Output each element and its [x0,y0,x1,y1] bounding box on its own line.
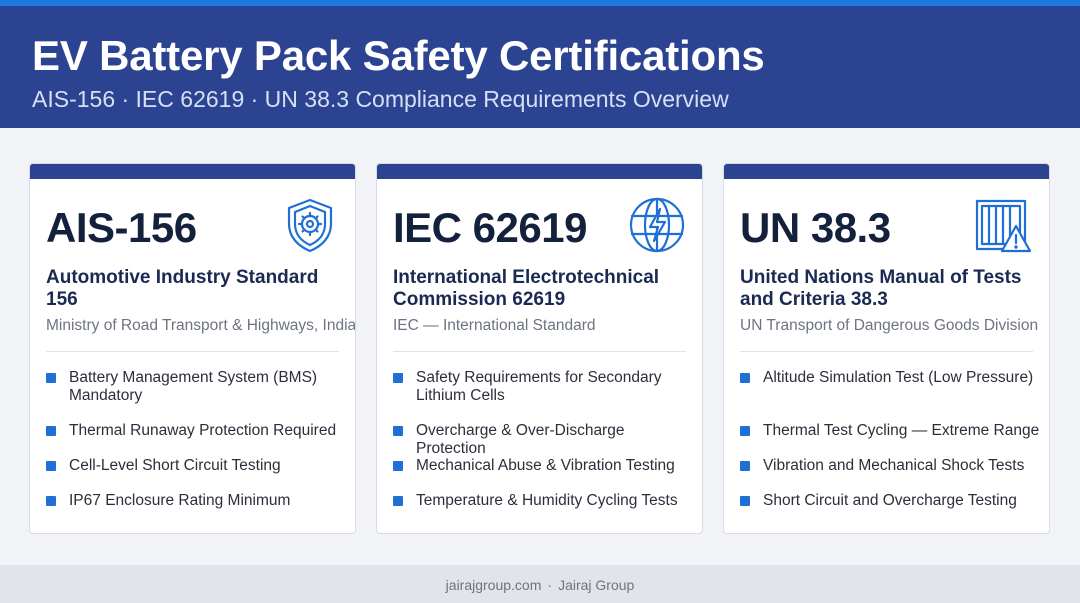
bullet-square-icon [393,461,403,471]
page-title: EV Battery Pack Safety Certifications [32,32,765,79]
footer-site-link[interactable]: jairajgroup.com [446,577,542,593]
card-divider [740,351,1033,352]
certification-card-iec62619: IEC 62619 International Electrotechnical… [376,163,703,534]
bullet-square-icon [740,426,750,436]
footer-brand: Jairaj Group [558,577,635,593]
card-standard-name: Automotive Industry Standard 156 [46,267,319,310]
shield-gear-icon [281,196,339,254]
card-issuing-body: Ministry of Road Transport & Highways, I… [46,317,356,334]
card-issuing-body: UN Transport of Dangerous Goods Division [740,317,1039,334]
list-item: Overcharge & Over-Discharge Protection [393,422,693,458]
card-code: IEC 62619 [393,204,587,251]
bullet-square-icon [46,461,56,471]
list-item: Short Circuit and Overcharge Testing [740,492,1040,510]
list-item: Temperature & Humidity Cycling Tests [393,492,693,510]
page-subtitle: AIS-156 · IEC 62619 · UN 38.3 Compliance… [32,86,729,112]
footer: jairajgroup.com · Jairaj Group [0,565,1080,603]
card-accent-bar [724,164,1049,179]
card-standard-name: United Nations Manual of Tests and Crite… [740,267,1022,310]
card-issuing-body: IEC — International Standard [393,317,596,334]
bullet-square-icon [393,426,403,436]
bullet-square-icon [46,373,56,383]
bullet-square-icon [740,461,750,471]
crate-warning-icon [975,196,1033,254]
bullet-square-icon [46,496,56,506]
list-item: Vibration and Mechanical Shock Tests [740,457,1040,475]
bullet-square-icon [393,373,403,383]
certification-card-un383: UN 38.3 United Nations Manual of Tests a… [723,163,1050,534]
list-item: Safety Requirements for Secondary Lithiu… [393,369,693,405]
certification-card-ais156: AIS-156 Automotive Industry Standard 156… [29,163,356,534]
list-item: Thermal Test Cycling — Extreme Range [740,422,1040,440]
list-item: Battery Management System (BMS) Mandator… [46,369,346,405]
footer-separator: · [547,577,553,593]
card-accent-bar [377,164,702,179]
globe-lightning-icon [628,196,686,254]
card-accent-bar [30,164,355,179]
list-item: Thermal Runaway Protection Required [46,422,346,440]
bullet-square-icon [740,496,750,506]
list-item: IP67 Enclosure Rating Minimum [46,492,346,510]
card-divider [46,351,339,352]
card-divider [393,351,686,352]
bullet-square-icon [740,373,750,383]
card-code: UN 38.3 [740,204,891,251]
bullet-square-icon [46,426,56,436]
header-banner: EV Battery Pack Safety Certifications AI… [0,0,1080,128]
bullet-square-icon [393,496,403,506]
card-standard-name: International Electrotechnical Commissio… [393,267,660,310]
list-item: Cell-Level Short Circuit Testing [46,457,346,475]
card-code: AIS-156 [46,204,197,251]
list-item: Mechanical Abuse & Vibration Testing [393,457,693,475]
list-item: Altitude Simulation Test (Low Pressure) [740,369,1040,387]
